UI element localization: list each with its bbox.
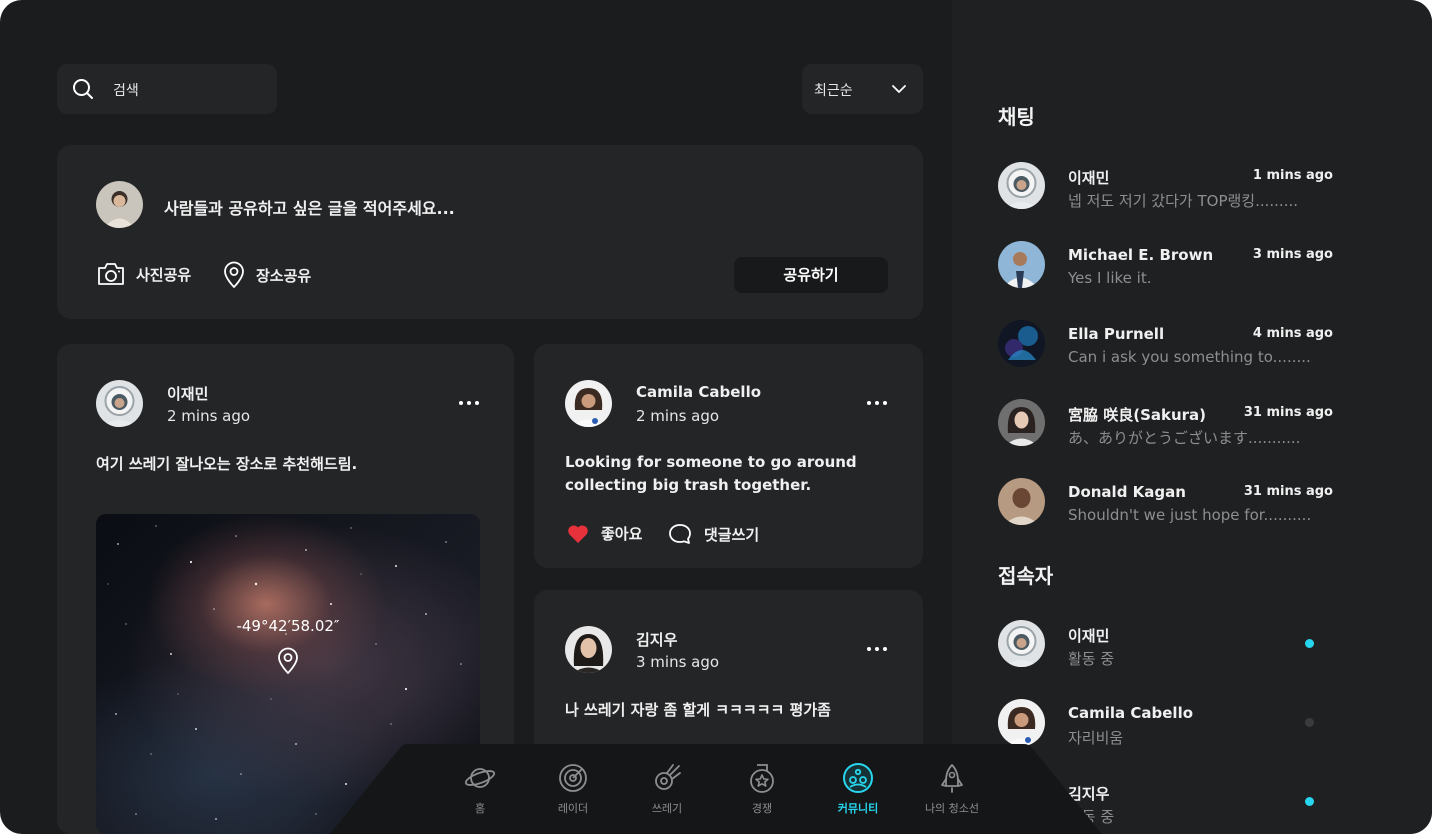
chat-time: 31 mins ago [1243, 484, 1333, 499]
chat-name: Donald Kagan [1068, 483, 1186, 501]
comment-icon [669, 524, 691, 544]
heart-icon [568, 524, 588, 543]
post-text: Looking for someone to go around collect… [565, 453, 857, 494]
nav-item-trash[interactable]: 쓰레기 [622, 762, 712, 816]
nav-item-home[interactable]: 홈 [435, 762, 525, 816]
chat-item[interactable]: Ella Purnell 4 mins ago Can i ask you so… [998, 320, 1338, 370]
chat-message: Yes I like it. [1068, 269, 1152, 287]
more-icon[interactable] [866, 645, 890, 653]
nav-label: 홈 [474, 802, 486, 815]
chat-message: Can i ask you something to........ [1068, 348, 1311, 366]
planet-icon [464, 768, 496, 788]
location-pin-icon [224, 261, 244, 289]
chat-message: 넵 저도 저기 갔다가 TOP랭킹......... [1068, 192, 1299, 210]
online-title: 접속자 [998, 564, 1054, 588]
chat-name: 이재민 [1068, 169, 1110, 187]
online-user[interactable]: Camila Cabello 자리비움 [998, 699, 1338, 749]
chat-name: Ella Purnell [1068, 325, 1165, 343]
chat-item[interactable]: Donald Kagan 31 mins ago Shouldn't we ju… [998, 478, 1338, 528]
post-time: 2 mins ago [167, 407, 251, 425]
avatar [96, 380, 143, 427]
avatar [565, 626, 612, 673]
camera-icon [98, 263, 124, 285]
chat-time: 3 mins ago [1252, 247, 1333, 262]
nav-label: 쓰레기 [651, 802, 683, 815]
chat-title: 채팅 [998, 105, 1035, 129]
post-card: Camila Cabello 2 mins ago Looking for so… [534, 344, 923, 568]
radar-icon [559, 764, 587, 792]
avatar [565, 380, 612, 427]
chat-time: 4 mins ago [1252, 326, 1333, 341]
post-composer: 사람들과 공유하고 싶은 글을 적어주세요... 사진공유 장소공유 공유하기 [57, 145, 923, 319]
photo-share-label: 사진공유 [136, 265, 192, 284]
rocket-icon [941, 764, 963, 793]
place-share-button[interactable]: 장소공유 [222, 261, 311, 289]
location-pin-icon [278, 647, 298, 675]
bottom-nav: 홈 레이더 쓰레기 경쟁 커뮤니티 나의 청소선 [330, 744, 1102, 834]
online-status: 활동 중 [1068, 650, 1115, 668]
chat-name: Michael E. Brown [1068, 246, 1214, 264]
avatar [998, 699, 1045, 746]
post-author[interactable]: Camila Cabello [636, 383, 761, 401]
avatar [998, 478, 1045, 525]
chat-name: 宮脇 咲良(Sakura) [1068, 406, 1207, 424]
comet-icon [655, 764, 681, 790]
sort-selected: 최근순 [814, 83, 853, 99]
chat-message: Shouldn't we just hope for.......... [1068, 506, 1312, 524]
post-author[interactable]: 김지우 [636, 629, 677, 650]
composer-prompt[interactable]: 사람들과 공유하고 싶은 글을 적어주세요... [164, 195, 455, 219]
post-author[interactable]: 이재민 [167, 383, 208, 404]
avatar [998, 162, 1045, 209]
nav-item-community[interactable]: 커뮤니티 [813, 762, 903, 816]
nav-label: 커뮤니티 [837, 802, 879, 815]
avatar [998, 241, 1045, 288]
chevron-down-icon [892, 85, 906, 93]
search-input[interactable]: 검색 [57, 64, 277, 114]
search-icon [73, 79, 93, 99]
chat-time: 1 mins ago [1252, 168, 1333, 183]
nav-label: 레이더 [557, 802, 589, 815]
online-name: 이재민 [1068, 627, 1110, 645]
status-dot [1305, 639, 1314, 648]
nav-item-radar[interactable]: 레이더 [528, 762, 618, 816]
nav-label: 경쟁 [751, 802, 773, 815]
avatar [998, 320, 1045, 367]
online-user[interactable]: 이재민 활동 중 [998, 620, 1338, 670]
share-button[interactable]: 공유하기 [734, 257, 888, 293]
nav-label: 나의 청소선 [924, 802, 980, 815]
more-icon[interactable] [866, 399, 890, 407]
chat-item[interactable]: 宮脇 咲良(Sakura) 31 mins ago あ、ありがとうございます..… [998, 399, 1338, 449]
like-button[interactable]: 좋아요 [567, 523, 642, 544]
comment-label: 댓글쓰기 [704, 525, 760, 544]
chat-time: 31 mins ago [1243, 405, 1333, 420]
avatar [96, 181, 143, 228]
sort-dropdown[interactable]: 최근순 [802, 64, 923, 114]
chat-item[interactable]: Michael E. Brown 3 mins ago Yes I like i… [998, 241, 1338, 291]
online-name: Camila Cabello [1068, 704, 1194, 722]
community-icon [843, 763, 873, 793]
more-icon[interactable] [458, 399, 482, 407]
like-label: 좋아요 [601, 525, 643, 543]
search-label: 검색 [113, 83, 139, 99]
place-share-label: 장소공유 [256, 266, 312, 285]
location-coordinate: -49°42′58.02″ [236, 617, 340, 635]
chat-message: あ、ありがとうございます........... [1068, 429, 1301, 447]
status-dot [1305, 718, 1314, 727]
status-dot [1305, 797, 1314, 806]
nav-item-my-ship[interactable]: 나의 청소선 [907, 762, 997, 816]
avatar [998, 620, 1045, 667]
post-text: 나 쓰레기 자랑 좀 할게 ㅋㅋㅋㅋㅋ 평가좀 [565, 701, 831, 719]
post-time: 3 mins ago [636, 653, 720, 671]
post-time: 2 mins ago [636, 407, 720, 425]
chat-item[interactable]: 이재민 1 mins ago 넵 저도 저기 갔다가 TOP랭킹........… [998, 162, 1338, 212]
avatar [998, 399, 1045, 446]
post-text: 여기 쓰레기 잘나오는 장소로 추천해드림. [96, 455, 358, 473]
comment-button[interactable]: 댓글쓰기 [668, 523, 759, 545]
photo-share-button[interactable]: 사진공유 [96, 261, 191, 287]
app-window: 검색 최근순 사람들과 공유하고 싶은 글을 적어주세요... 사진공유 장소공… [0, 0, 1432, 834]
medal-icon [750, 764, 774, 793]
nav-item-competition[interactable]: 경쟁 [717, 762, 807, 816]
